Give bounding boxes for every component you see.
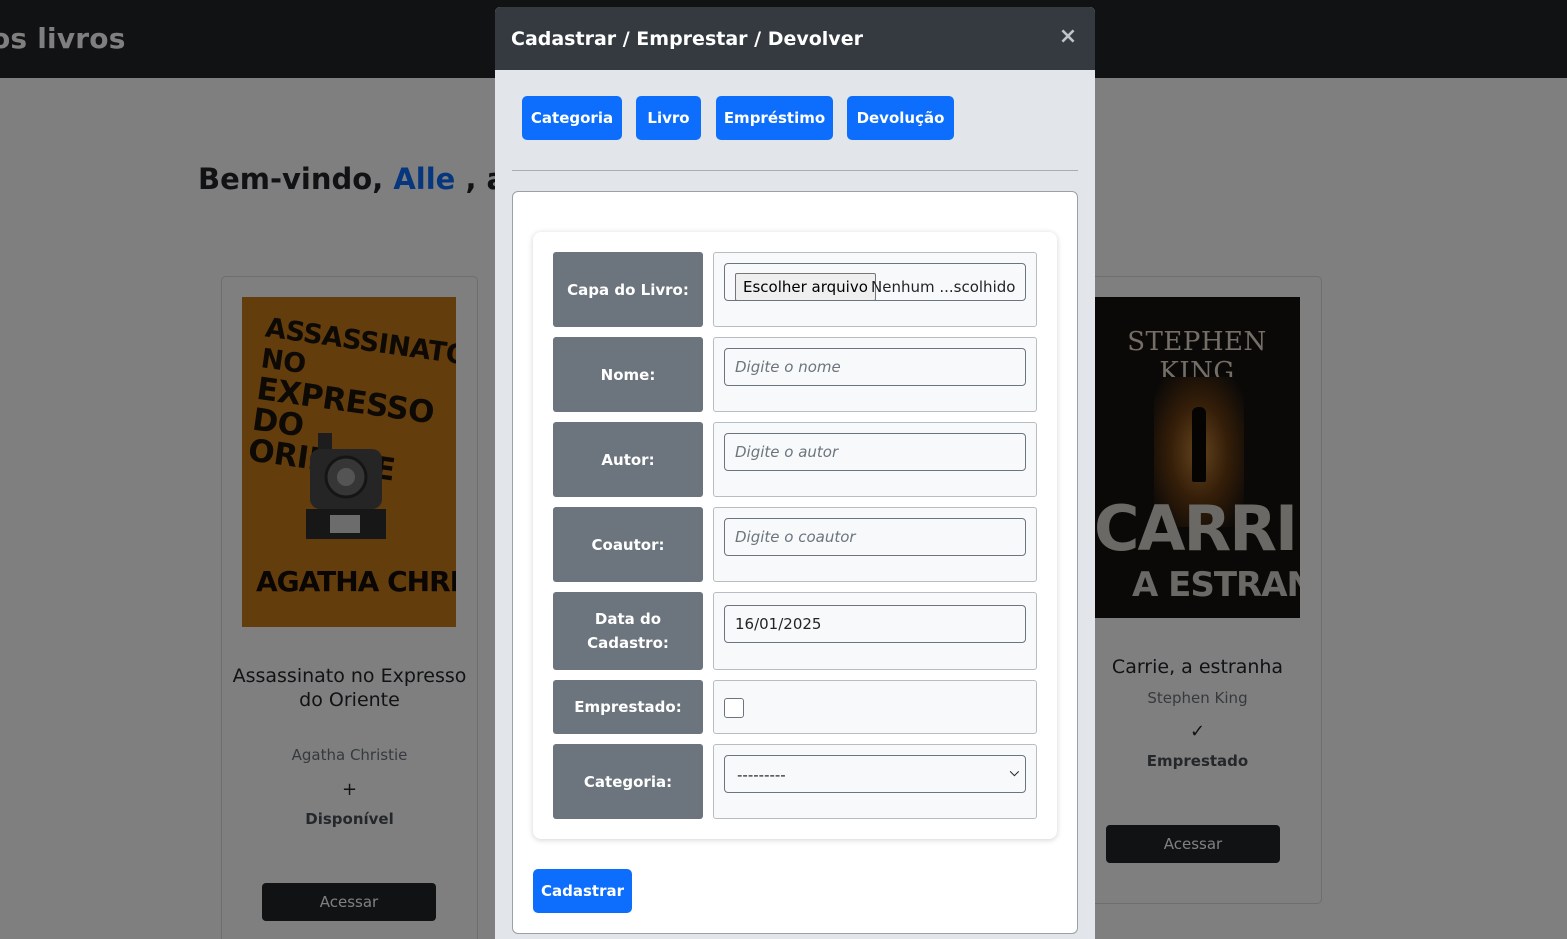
file-input[interactable]: Escolher arquivo Nenhum ...scolhido [724,263,1026,301]
autor-input[interactable] [724,433,1026,471]
chevron-down-icon: ⌵ [1009,765,1019,779]
autor-field [713,422,1037,497]
data-cadastro-label: Data do Cadastro: [553,592,703,670]
nome-label: Nome: [553,337,703,412]
nome-field [713,337,1037,412]
book-form-panel: Capa do Livro: Escolher arquivo Nenhum .… [512,191,1078,934]
coautor-input[interactable] [724,518,1026,556]
categoria-select[interactable]: --------- ⌵ [724,755,1026,793]
emprestado-label: Emprestado: [553,680,703,734]
emprestado-checkbox[interactable] [724,698,744,718]
coautor-field [713,507,1037,582]
tab-categoria[interactable]: Categoria [522,96,622,140]
cadastrar-button[interactable]: Cadastrar [533,869,632,913]
tab-emprestimo[interactable]: Empréstimo [716,96,833,140]
close-icon[interactable]: × [1057,25,1079,49]
data-cadastro-input[interactable] [724,605,1026,643]
data-cadastro-label-line2: Cadastro: [587,634,669,652]
choose-file-button[interactable]: Escolher arquivo [735,273,876,300]
tab-livro[interactable]: Livro [636,96,701,140]
nome-input[interactable] [724,348,1026,386]
tab-devolucao[interactable]: Devolução [847,96,954,140]
capa-label: Capa do Livro: [553,252,703,327]
modal-header: Cadastrar / Emprestar / Devolver × [495,7,1095,70]
divider [512,170,1078,171]
data-cadastro-label-line1: Data do [594,610,662,628]
data-cadastro-field [713,592,1037,670]
categoria-selected-value: --------- [737,766,786,784]
file-name-text: Nenhum ...scolhido [871,278,1016,296]
categoria-field: --------- ⌵ [713,744,1037,819]
capa-field: Escolher arquivo Nenhum ...scolhido [713,252,1037,327]
modal-title: Cadastrar / Emprestar / Devolver [511,28,863,50]
autor-label: Autor: [553,422,703,497]
coautor-label: Coautor: [553,507,703,582]
emprestado-field [713,680,1037,734]
modal-dialog: Cadastrar / Emprestar / Devolver × Categ… [495,7,1095,939]
categoria-label: Categoria: [553,744,703,819]
book-form: Capa do Livro: Escolher arquivo Nenhum .… [533,232,1057,839]
